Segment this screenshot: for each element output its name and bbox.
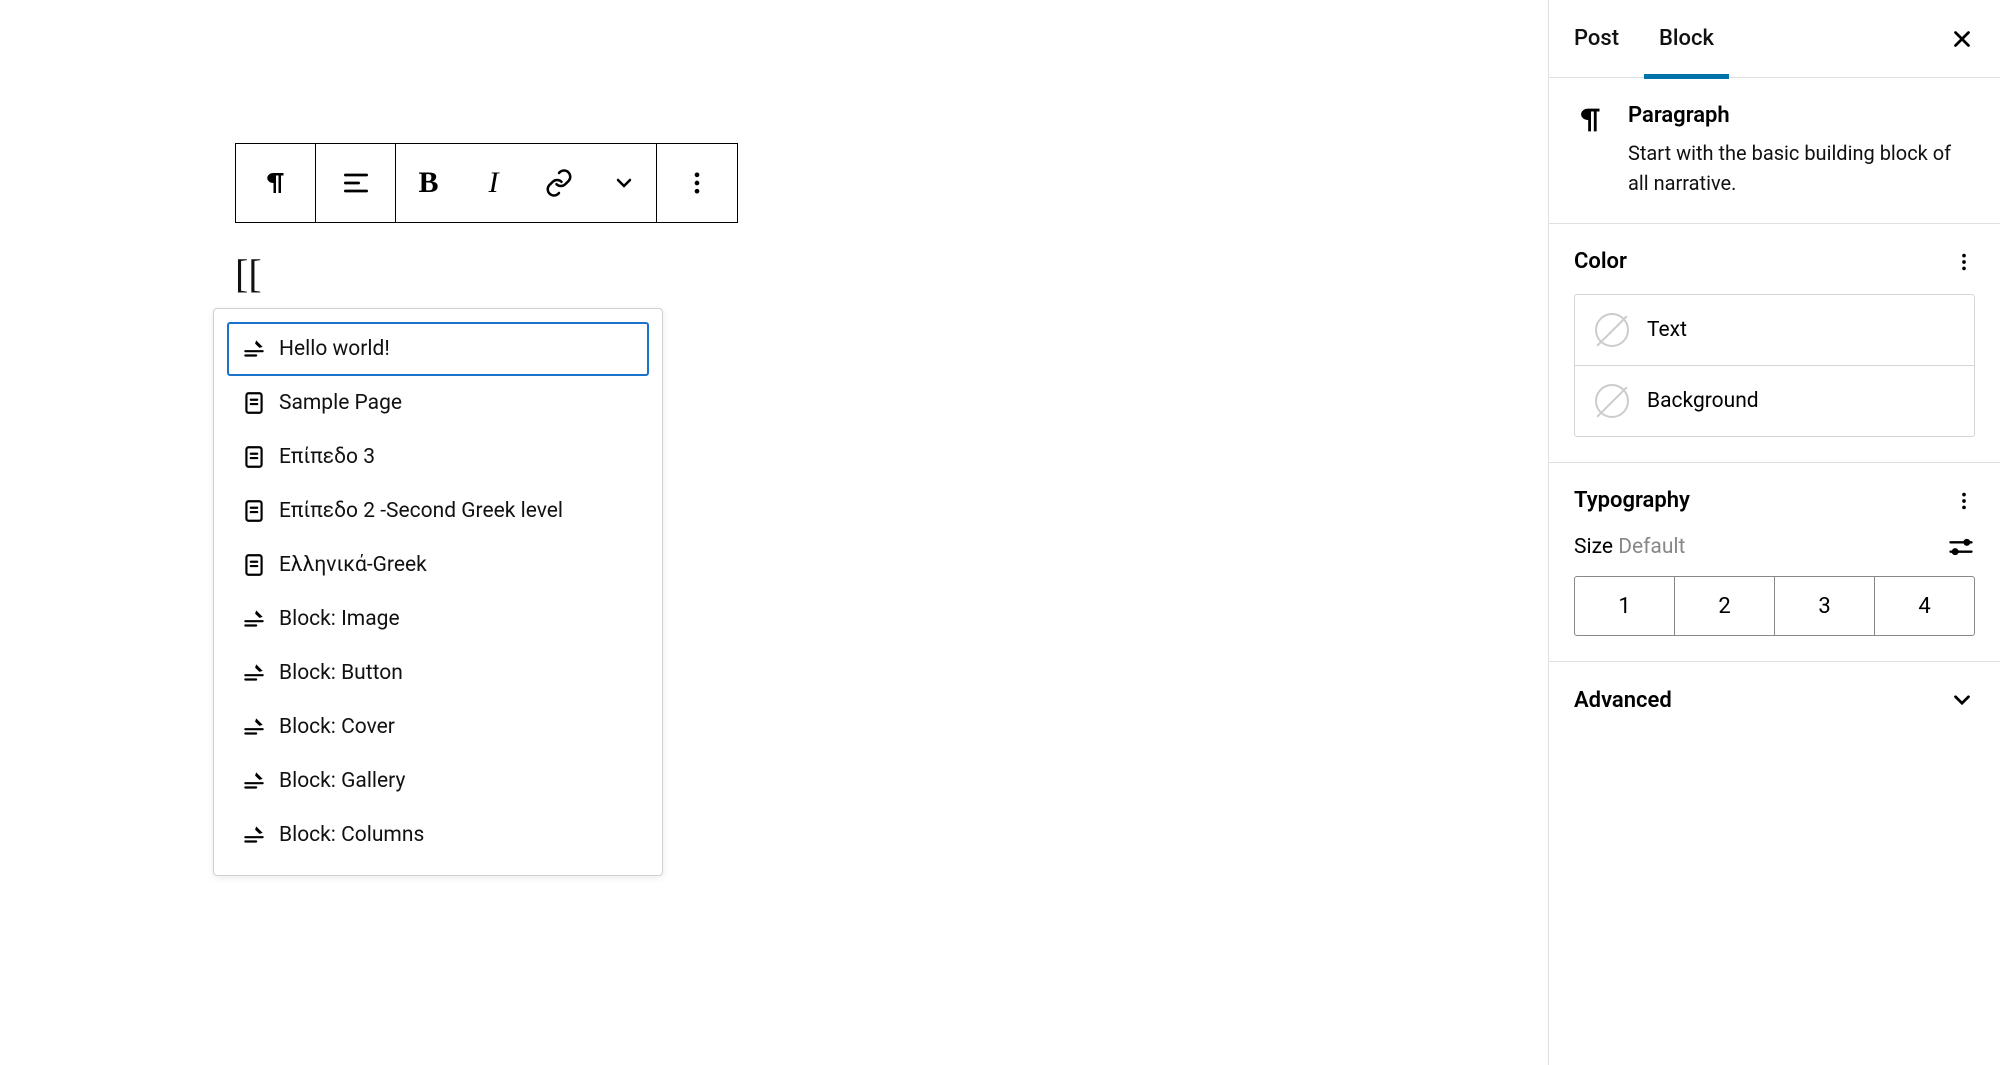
autocomplete-option[interactable]: Block: Gallery xyxy=(227,754,649,808)
typography-panel: Typography Size Default 1 2 3 4 xyxy=(1549,463,2000,662)
autocomplete-option[interactable]: Επίπεδο 3 xyxy=(227,430,649,484)
autocomplete-option[interactable]: Block: Columns xyxy=(227,808,649,862)
italic-icon: I xyxy=(489,166,499,200)
size-label: Size xyxy=(1574,535,1613,559)
autocomplete-label: Block: Button xyxy=(279,661,403,685)
autocomplete-label: Hello world! xyxy=(279,337,390,361)
sidebar-tabs: Post Block xyxy=(1549,0,2000,78)
autocomplete-label: Ελληνικά-Greek xyxy=(279,553,427,577)
more-vertical-icon xyxy=(1953,251,1975,273)
close-sidebar-button[interactable] xyxy=(1949,26,1975,52)
chevron-down-icon xyxy=(612,171,636,195)
bold-icon: B xyxy=(418,166,438,200)
block-options-button[interactable] xyxy=(657,144,737,222)
link-icon xyxy=(544,168,574,198)
page-icon xyxy=(241,552,267,578)
format-group: B I xyxy=(396,144,657,222)
block-desc-text: Start with the basic building block of a… xyxy=(1628,138,1975,198)
block-description: Paragraph Start with the basic building … xyxy=(1549,78,2000,224)
size-default-label: Default xyxy=(1618,535,1685,559)
more-format-button[interactable] xyxy=(591,144,656,222)
autocomplete-option[interactable]: Επίπεδο 2 -Second Greek level xyxy=(227,484,649,538)
size-option-1[interactable]: 1 xyxy=(1575,577,1675,635)
empty-swatch-icon xyxy=(1595,384,1629,418)
autocomplete-option[interactable]: Block: Cover xyxy=(227,700,649,754)
paragraph-content[interactable]: [[ xyxy=(235,250,262,297)
autocomplete-option[interactable]: Sample Page xyxy=(227,376,649,430)
chevron-down-icon xyxy=(1949,687,1975,713)
typography-heading: Typography xyxy=(1574,488,1690,513)
tab-block[interactable]: Block xyxy=(1659,0,1714,78)
page-icon xyxy=(241,390,267,416)
autocomplete-label: Block: Gallery xyxy=(279,769,405,793)
close-icon xyxy=(1949,26,1975,52)
paragraph-icon xyxy=(261,168,291,198)
post-icon xyxy=(241,660,267,686)
block-type-button[interactable] xyxy=(236,144,316,222)
page-icon xyxy=(241,498,267,524)
link-button[interactable] xyxy=(526,144,591,222)
advanced-label: Advanced xyxy=(1574,688,1672,713)
autocomplete-option[interactable]: Block: Image xyxy=(227,592,649,646)
align-left-icon xyxy=(340,167,372,199)
page-icon xyxy=(241,444,267,470)
autocomplete-label: Επίπεδο 3 xyxy=(279,445,375,469)
post-icon xyxy=(241,714,267,740)
post-icon xyxy=(241,336,267,362)
text-color-label: Text xyxy=(1647,318,1687,342)
empty-swatch-icon xyxy=(1595,313,1629,347)
autocomplete-option[interactable]: Ελληνικά-Greek xyxy=(227,538,649,592)
color-panel-menu[interactable] xyxy=(1953,251,1975,273)
advanced-panel-toggle[interactable]: Advanced xyxy=(1549,662,2000,738)
more-vertical-icon xyxy=(1953,490,1975,512)
more-vertical-icon xyxy=(683,169,711,197)
typography-panel-menu[interactable] xyxy=(1953,490,1975,512)
bold-button[interactable]: B xyxy=(396,144,461,222)
post-icon xyxy=(241,606,267,632)
autocomplete-option[interactable]: Hello world! xyxy=(227,322,649,376)
size-option-4[interactable]: 4 xyxy=(1875,577,1974,635)
autocomplete-option[interactable]: Block: Button xyxy=(227,646,649,700)
paragraph-icon xyxy=(1574,103,1608,198)
background-color-label: Background xyxy=(1647,389,1759,413)
inspector-sidebar: Post Block Paragraph Start with the basi… xyxy=(1548,0,2000,1065)
size-option-2[interactable]: 2 xyxy=(1675,577,1775,635)
autocomplete-label: Block: Cover xyxy=(279,715,395,739)
tab-post[interactable]: Post xyxy=(1574,0,1619,78)
color-panel: Color Text Background xyxy=(1549,224,2000,463)
text-color-button[interactable]: Text xyxy=(1575,295,1974,366)
sliders-icon xyxy=(1947,533,1975,561)
font-size-segments: 1 2 3 4 xyxy=(1574,576,1975,636)
autocomplete-label: Block: Columns xyxy=(279,823,424,847)
custom-size-button[interactable] xyxy=(1947,533,1975,561)
post-icon xyxy=(241,768,267,794)
autocomplete-label: Sample Page xyxy=(279,391,402,415)
background-color-button[interactable]: Background xyxy=(1575,366,1974,436)
block-name: Paragraph xyxy=(1628,103,1975,128)
autocomplete-label: Επίπεδο 2 -Second Greek level xyxy=(279,499,563,523)
size-option-3[interactable]: 3 xyxy=(1775,577,1875,635)
color-heading: Color xyxy=(1574,249,1627,274)
autocomplete-label: Block: Image xyxy=(279,607,400,631)
post-icon xyxy=(241,822,267,848)
autocomplete-popover: Hello world! Sample Page Επίπεδο 3 Επίπε… xyxy=(213,308,663,876)
italic-button[interactable]: I xyxy=(461,144,526,222)
align-button[interactable] xyxy=(316,144,396,222)
block-toolbar: B I xyxy=(235,143,738,223)
